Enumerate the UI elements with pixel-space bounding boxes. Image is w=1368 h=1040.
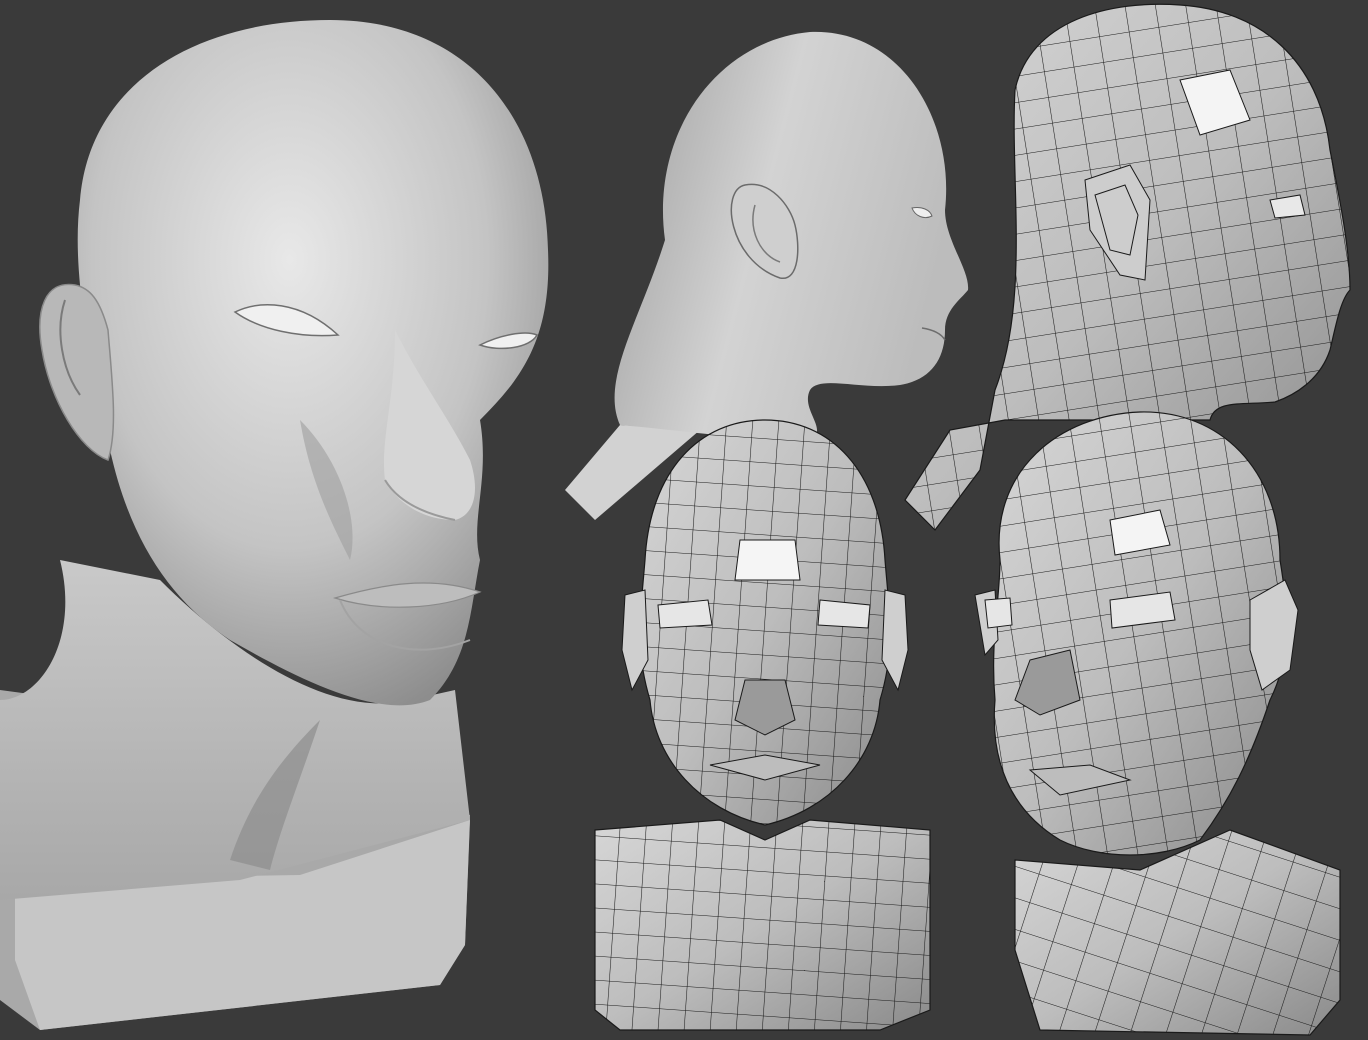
wireframe-head-front [594,419,931,1031]
head-sculpt-render [0,0,1368,1040]
smooth-head-three-quarter [0,20,549,1030]
wireframe-head-three-quarter [974,411,1341,1036]
